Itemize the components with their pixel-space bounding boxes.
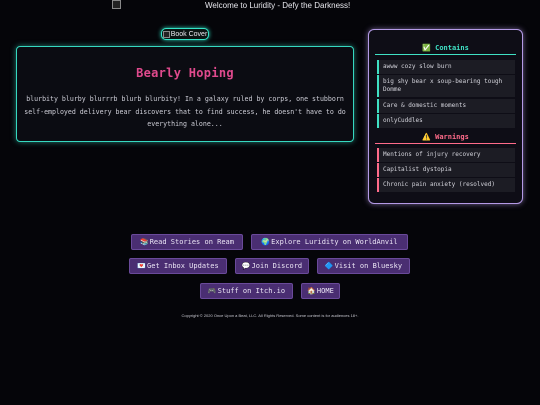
warning-icon: ⚠️	[422, 133, 431, 141]
button-label: Join Discord	[251, 262, 303, 270]
broken-image-icon	[162, 30, 170, 38]
warning-item: Mentions of injury recovery	[377, 148, 515, 162]
game-controller-icon: 🎮	[207, 287, 217, 295]
books-icon: 📚	[139, 238, 149, 246]
love-letter-icon: 💌	[137, 262, 147, 270]
globe-icon: 🌍	[261, 238, 271, 246]
button-label: Read Stories on Ream	[149, 238, 234, 246]
warnings-title: Warnings	[435, 133, 469, 141]
book-cover-image[interactable]: Book Cover	[161, 28, 209, 40]
banner-image: Welcome to Luridity - Defy the Darkness!	[112, 0, 412, 10]
button-label: Get Inbox Updates	[147, 262, 219, 270]
book-description: blurbity blurby blurrrb blurb blurbity! …	[24, 95, 346, 128]
book-info-card: Bearly Hoping blurbity blurby blurrrb bl…	[16, 46, 354, 142]
house-icon: 🏠	[307, 287, 316, 295]
warnings-heading: ⚠️ Warnings	[375, 133, 516, 144]
contains-title: Contains	[435, 44, 469, 52]
book-cover-alt-text: Book Cover	[170, 30, 208, 38]
inbox-updates-button[interactable]: 💌 Get Inbox Updates	[129, 258, 227, 274]
read-stories-button[interactable]: 📚 Read Stories on Ream	[131, 234, 243, 250]
discord-button[interactable]: 💬 Join Discord	[235, 258, 309, 274]
blue-diamond-icon: 🔷	[324, 262, 334, 270]
copyright-text: Copyright © 2020 Once Upon a Beat, LLC. …	[181, 313, 359, 318]
button-label: Explore Luridity on WorldAnvil	[271, 238, 398, 246]
content-tags-panel: ✅ Contains awww cozy slow burn big shy b…	[368, 29, 523, 204]
contains-item: Care & domestic moments	[377, 99, 515, 113]
button-label: Visit on Bluesky	[334, 262, 403, 270]
home-button[interactable]: 🏠 HOME	[301, 283, 340, 299]
warning-item: Chronic pain anxiety (resolved)	[377, 178, 515, 192]
button-label: Stuff on Itch.io	[217, 287, 286, 295]
button-label: HOME	[316, 287, 334, 295]
contains-item: onlyCuddles	[377, 114, 515, 128]
contains-heading: ✅ Contains	[375, 44, 516, 55]
itch-io-button[interactable]: 🎮 Stuff on Itch.io	[200, 283, 293, 299]
check-icon: ✅	[422, 44, 431, 52]
contains-item: awww cozy slow burn	[377, 60, 515, 74]
book-title: Bearly Hoping	[136, 66, 234, 80]
banner-alt-text: Welcome to Luridity - Defy the Darkness!	[205, 1, 351, 10]
warning-item: Capitalist dystopia	[377, 163, 515, 177]
broken-image-icon	[112, 0, 121, 9]
worldanvil-button[interactable]: 🌍 Explore Luridity on WorldAnvil	[251, 234, 408, 250]
contains-item: big shy bear x soup-bearing tough Domme	[377, 75, 515, 97]
speech-bubble-icon: 💬	[241, 262, 251, 270]
bluesky-button[interactable]: 🔷 Visit on Bluesky	[317, 258, 410, 274]
